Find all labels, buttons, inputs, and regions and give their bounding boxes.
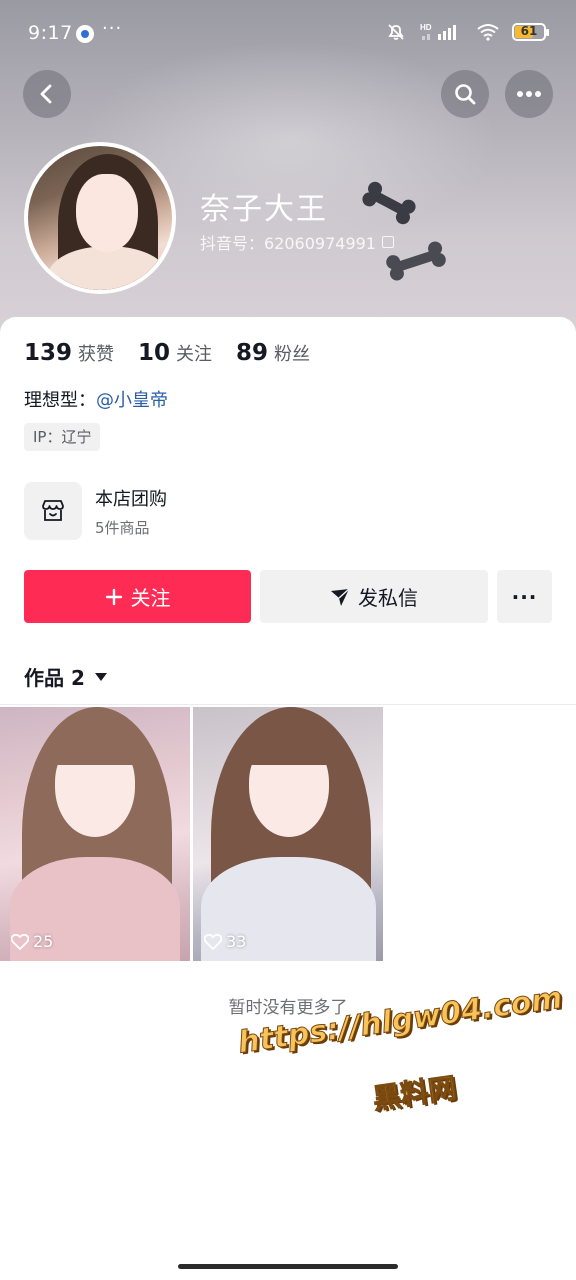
stat-followers-value: 89 [236, 340, 269, 366]
shop-subtitle: 5件商品 [95, 518, 150, 537]
status-bar: 9:17 ··· HD 61 [0, 0, 576, 68]
battery-icon: 61 [512, 23, 549, 41]
video-1-likes-count: 25 [33, 932, 54, 951]
signal-icon: HD [418, 22, 464, 42]
thumb-2-bangs [243, 721, 337, 765]
follow-button[interactable]: 关注 [24, 570, 251, 623]
stat-following[interactable]: 10 关注 [138, 340, 212, 366]
more-options-button[interactable] [505, 70, 553, 118]
thumb-1-bangs [50, 723, 142, 765]
video-2-likes: 33 [204, 932, 246, 951]
stat-followers-label: 粉丝 [274, 344, 311, 365]
shop-title: 本店团购 [95, 488, 167, 510]
video-thumbnail-1[interactable]: 25 [0, 707, 190, 961]
avatar-face [76, 174, 138, 252]
bio-prefix: 理想型： [24, 390, 96, 411]
bio-text: 理想型：@小皇帝 [24, 386, 168, 412]
douyin-id[interactable]: 抖音号：62060974991 [200, 230, 394, 254]
bone-sticker-1 [362, 181, 416, 225]
status-time: 9:17 [28, 22, 73, 44]
shop-entry[interactable]: 本店团购 5件商品 [24, 481, 552, 541]
follow-button-label: 关注 [130, 586, 171, 610]
more-actions-ellipsis-icon: ··· [511, 584, 538, 609]
battery-percent: 61 [520, 24, 538, 38]
shop-icon [24, 482, 82, 540]
shop-text: 本店团购 5件商品 [95, 485, 167, 538]
caret-down-icon [94, 672, 107, 681]
more-actions-button[interactable]: ··· [497, 570, 552, 623]
works-tab[interactable]: 作品 2 [24, 662, 107, 691]
back-button[interactable] [23, 70, 71, 118]
nickname: 奈子大王 [200, 192, 328, 227]
stat-followers[interactable]: 89 粉丝 [236, 340, 310, 366]
send-message-button[interactable]: 发私信 [260, 570, 488, 623]
video-2-likes-count: 33 [226, 932, 247, 951]
status-right-group: HD 61 [386, 22, 549, 42]
plus-icon [105, 588, 122, 605]
stats-row: 139 获赞 10 关注 89 粉丝 [24, 340, 310, 366]
bio-mention-link[interactable]: @小皇帝 [96, 390, 168, 411]
stat-likes[interactable]: 139 获赞 [24, 340, 114, 366]
wifi-icon [476, 23, 500, 41]
douyin-id-text: 抖音号：62060974991 [200, 234, 376, 253]
ip-location-tag: IP：辽宁 [24, 423, 101, 451]
search-button[interactable] [441, 70, 489, 118]
heart-outline-icon [11, 933, 29, 950]
stat-likes-value: 139 [24, 340, 73, 366]
works-tab-label: 作品 2 [24, 666, 85, 690]
video-thumbnail-2[interactable]: 33 [193, 707, 383, 961]
copy-icon[interactable] [381, 236, 394, 248]
stat-following-value: 10 [138, 340, 171, 366]
status-more-dots: ··· [102, 18, 123, 39]
search-icon [455, 84, 476, 105]
send-message-label: 发私信 [358, 586, 418, 610]
svg-text:HD: HD [420, 23, 432, 32]
avatar[interactable] [24, 142, 176, 294]
heart-outline-icon [204, 933, 222, 950]
tab-divider [0, 704, 576, 705]
ellipsis-icon [517, 91, 541, 97]
video-1-likes: 25 [11, 932, 53, 951]
notification-app-icon [76, 25, 94, 43]
stat-likes-label: 获赞 [78, 344, 115, 365]
chevron-left-icon [40, 84, 52, 104]
mute-bell-icon [386, 22, 406, 42]
stat-following-label: 关注 [176, 344, 213, 365]
home-indicator[interactable] [178, 1264, 398, 1269]
send-arrow-icon [331, 587, 350, 606]
